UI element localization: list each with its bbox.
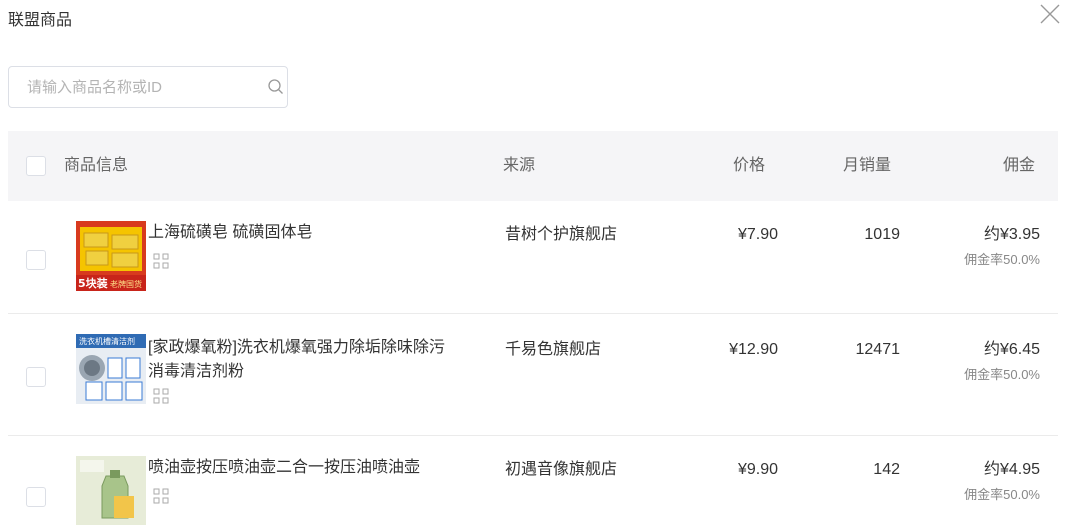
product-name[interactable]: [家政爆氧粉]洗衣机爆氧强力除垢除味除污消毒清洁剂粉 bbox=[148, 336, 448, 384]
product-thumbnail[interactable]: 洗衣机槽清洁剂 bbox=[76, 334, 146, 404]
search-icon[interactable] bbox=[267, 78, 285, 96]
product-thumbnail[interactable] bbox=[76, 456, 146, 525]
product-price: ¥9.90 bbox=[737, 461, 778, 478]
product-name[interactable]: 上海硫磺皂 硫磺固体皂 bbox=[148, 221, 448, 245]
header-commission: 佣金 bbox=[1003, 157, 1036, 174]
product-name[interactable]: 喷油壶按压喷油壶二合一按压油喷油壶 bbox=[148, 456, 448, 480]
row-checkbox[interactable] bbox=[26, 487, 46, 507]
table-header: 商品信息 来源 价格 月销量 佣金 bbox=[8, 131, 1058, 201]
product-monthly-sales: 1019 bbox=[864, 226, 900, 243]
product-price: ¥7.90 bbox=[737, 226, 778, 243]
header-product-info: 商品信息 bbox=[64, 157, 129, 174]
product-price: ¥12.90 bbox=[729, 341, 778, 358]
close-icon[interactable] bbox=[1038, 2, 1062, 26]
product-source: 初遇音像旗舰店 bbox=[505, 461, 618, 478]
product-commission: 约¥4.95 bbox=[983, 461, 1040, 478]
search-input[interactable] bbox=[27, 67, 247, 107]
header-monthly-sales: 月销量 bbox=[843, 157, 892, 174]
row-checkbox[interactable] bbox=[26, 367, 46, 387]
dialog-title: 联盟商品 bbox=[8, 12, 73, 29]
search-box[interactable] bbox=[8, 66, 288, 108]
product-monthly-sales: 142 bbox=[873, 461, 900, 478]
select-all-checkbox[interactable] bbox=[26, 156, 46, 176]
commission-rate: 佣金率50.0% bbox=[964, 487, 1040, 502]
header-source: 来源 bbox=[503, 157, 536, 174]
row-checkbox[interactable] bbox=[26, 250, 46, 270]
table-row: 洗衣机槽清洁剂 [家政爆氧粉]洗衣机爆氧强力除垢除味除污消毒清洁剂粉 千易色旗舰… bbox=[8, 314, 1058, 436]
product-thumbnail[interactable]: 5块装 老牌国货 bbox=[76, 221, 146, 291]
thumb-banner-text-2: 老牌国货 bbox=[110, 279, 142, 289]
commission-rate: 佣金率50.0% bbox=[964, 367, 1040, 382]
product-commission: 约¥6.45 bbox=[983, 341, 1040, 358]
product-monthly-sales: 12471 bbox=[855, 341, 901, 358]
product-commission: 约¥3.95 bbox=[983, 226, 1040, 243]
qr-code-icon[interactable] bbox=[153, 488, 169, 504]
qr-code-icon[interactable] bbox=[153, 388, 169, 404]
header-price: 价格 bbox=[733, 157, 766, 174]
product-source: 千易色旗舰店 bbox=[505, 341, 602, 358]
table-row: 5块装 老牌国货 上海硫磺皂 硫磺固体皂 昔树个护旗舰店 ¥7.90 1019 … bbox=[8, 201, 1058, 314]
commission-rate: 佣金率50.0% bbox=[964, 252, 1040, 267]
qr-code-icon[interactable] bbox=[153, 253, 169, 269]
table-row: 喷油壶按压喷油壶二合一按压油喷油壶 初遇音像旗舰店 ¥9.90 142 约¥4.… bbox=[8, 436, 1058, 525]
product-source: 昔树个护旗舰店 bbox=[505, 226, 618, 243]
thumb-banner-text: 洗衣机槽清洁剂 bbox=[79, 336, 135, 346]
thumb-banner-text: 5块装 bbox=[78, 276, 108, 290]
